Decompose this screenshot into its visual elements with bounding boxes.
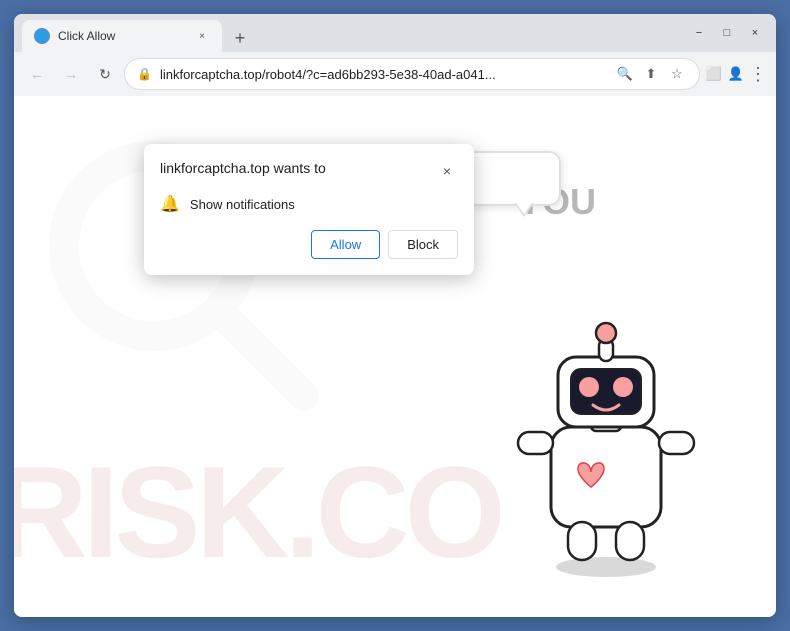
minimize-button[interactable]: − [686,20,712,46]
active-tab[interactable]: 🌐 Click Allow × [22,20,222,52]
favicon-icon: 🌐 [36,31,47,42]
tab-title: Click Allow [58,29,186,43]
address-bar-icons: 🔍 ⬆ ☆ [615,64,687,84]
bookmark-icon[interactable]: ☆ [667,64,687,84]
permission-text: Show notifications [190,197,295,212]
extension-icon[interactable]: ⬜ [704,64,724,84]
browser-window: 🌐 Click Allow × + − □ × ← → ↻ 🔒 linkforc… [14,14,776,617]
menu-icon[interactable]: ⋮ [748,64,768,84]
nav-extra-icons: ⬜ 👤 ⋮ [704,64,768,84]
back-button[interactable]: ← [22,59,52,89]
new-tab-button[interactable]: + [226,24,254,52]
risk-watermark: RISK.CO [14,437,501,587]
tab-close-button[interactable]: × [194,28,210,44]
search-icon[interactable]: 🔍 [615,64,635,84]
popup-close-button[interactable]: × [436,160,458,182]
address-text: linkforcaptcha.top/robot4/?c=ad6bb293-5e… [160,67,607,82]
address-bar[interactable]: 🔒 linkforcaptcha.top/robot4/?c=ad6bb293-… [124,58,700,90]
popup-permission-row: 🔔 Show notifications [160,194,458,214]
share-icon[interactable]: ⬆ [641,64,661,84]
popup-title: linkforcaptcha.top wants to [160,160,326,176]
nav-bar: ← → ↻ 🔒 linkforcaptcha.top/robot4/?c=ad6… [14,52,776,96]
close-button[interactable]: × [742,20,768,46]
forward-button[interactable]: → [56,59,86,89]
popup-header: linkforcaptcha.top wants to × [160,160,458,182]
bell-icon: 🔔 [160,194,180,214]
title-bar: 🌐 Click Allow × + − □ × [14,14,776,52]
block-button[interactable]: Block [388,230,458,259]
content-area: YOU RISK.CO [14,96,776,617]
tabs-area: 🌐 Click Allow × + [22,14,686,52]
robot-illustration [496,267,716,587]
maximize-button[interactable]: □ [714,20,740,46]
refresh-button[interactable]: ↻ [90,59,120,89]
allow-button[interactable]: Allow [311,230,380,259]
profile-icon[interactable]: 👤 [726,64,746,84]
popup-buttons: Allow Block [160,230,458,259]
notification-popup: linkforcaptcha.top wants to × 🔔 Show not… [144,144,474,275]
lock-icon: 🔒 [137,67,152,81]
tab-favicon: 🌐 [34,28,50,44]
window-controls: − □ × [686,20,768,46]
